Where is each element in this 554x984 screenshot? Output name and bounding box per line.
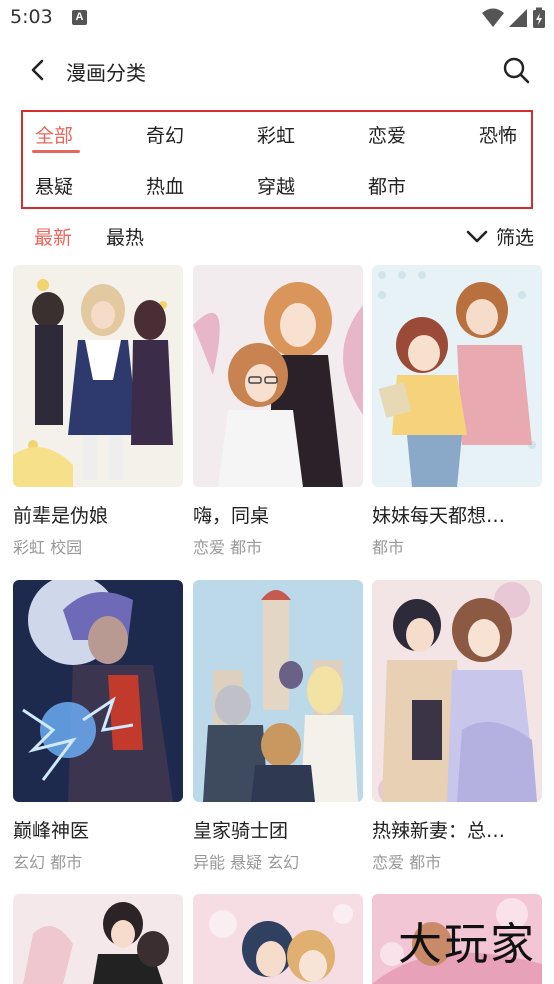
comic-cover-image[interactable] <box>13 580 183 802</box>
comic-card[interactable]: 前辈是伪娘 彩虹 校园 <box>13 265 183 558</box>
category-rainbow[interactable]: 彩虹 <box>257 121 295 148</box>
category-fantasy[interactable]: 奇幻 <box>146 121 184 148</box>
battery-icon <box>533 7 545 28</box>
comic-title[interactable]: 皇家骑士团 <box>193 816 363 843</box>
comic-card[interactable]: 妹妹每天都想… 都市 <box>372 265 542 558</box>
comic-tags: 彩虹 校园 <box>13 538 83 557</box>
sort-newest[interactable]: 最新 <box>34 223 72 250</box>
category-suspense[interactable]: 悬疑 <box>35 172 73 199</box>
comic-tags: 玄幻 都市 <box>13 853 83 872</box>
comic-cover-image[interactable] <box>193 580 363 802</box>
chevron-down-icon <box>466 230 488 242</box>
comic-tags: 异能 悬疑 玄幻 <box>193 853 300 872</box>
filter-label: 筛选 <box>495 227 534 249</box>
filter-button[interactable]: 筛选 <box>466 223 534 250</box>
comic-tags: 都市 <box>372 538 405 557</box>
comic-cover-image[interactable] <box>372 580 542 802</box>
sort-bar: 最新 最热 筛选 <box>0 218 554 254</box>
status-bar: 5:03 A <box>0 0 554 36</box>
back-arrow-icon[interactable] <box>24 56 52 84</box>
app-header: 漫画分类 <box>0 44 554 96</box>
comic-cover-image[interactable] <box>193 894 363 984</box>
comic-cover-image[interactable] <box>13 894 183 984</box>
category-romance[interactable]: 恋爱 <box>368 121 406 148</box>
active-category-indicator <box>32 150 80 153</box>
comic-title[interactable]: 嗨，同桌 <box>193 501 363 528</box>
watermark-text: 大玩家 <box>398 919 536 970</box>
signal-icon <box>509 9 527 27</box>
comic-title[interactable]: 热辣新妻：总… <box>372 816 542 843</box>
comic-cover-image[interactable] <box>13 265 183 487</box>
category-all[interactable]: 全部 <box>35 121 73 148</box>
comic-tags: 恋爱 都市 <box>372 853 442 872</box>
comic-cover-image[interactable] <box>193 265 363 487</box>
comic-title[interactable]: 妹妹每天都想… <box>372 501 542 528</box>
comic-title[interactable]: 巅峰神医 <box>13 816 183 843</box>
comic-card[interactable]: 嗨，同桌 恋爱 都市 <box>193 265 363 558</box>
comic-card[interactable]: 热辣新妻：总… 恋爱 都市 <box>372 580 542 873</box>
comic-card[interactable]: 皇家骑士团 异能 悬疑 玄幻 <box>193 580 363 873</box>
page-title: 漫画分类 <box>66 61 146 85</box>
comic-title[interactable]: 前辈是伪娘 <box>13 501 183 528</box>
category-time-travel[interactable]: 穿越 <box>257 172 295 199</box>
status-time: 5:03 <box>10 6 53 28</box>
category-urban[interactable]: 都市 <box>368 172 406 199</box>
comic-cover-image[interactable] <box>372 265 542 487</box>
category-filter: 全部 奇幻 彩虹 恋爱 恐怖 悬疑 热血 穿越 都市 <box>21 110 533 209</box>
comic-tags: 恋爱 都市 <box>193 538 263 557</box>
category-horror[interactable]: 恐怖 <box>479 121 517 148</box>
comic-card[interactable]: 巅峰神医 玄幻 都市 <box>13 580 183 873</box>
notification-icon: A <box>72 10 87 25</box>
wifi-icon <box>482 8 504 27</box>
category-action[interactable]: 热血 <box>146 172 184 199</box>
search-icon[interactable] <box>500 54 532 86</box>
sort-hottest[interactable]: 最热 <box>106 223 144 250</box>
